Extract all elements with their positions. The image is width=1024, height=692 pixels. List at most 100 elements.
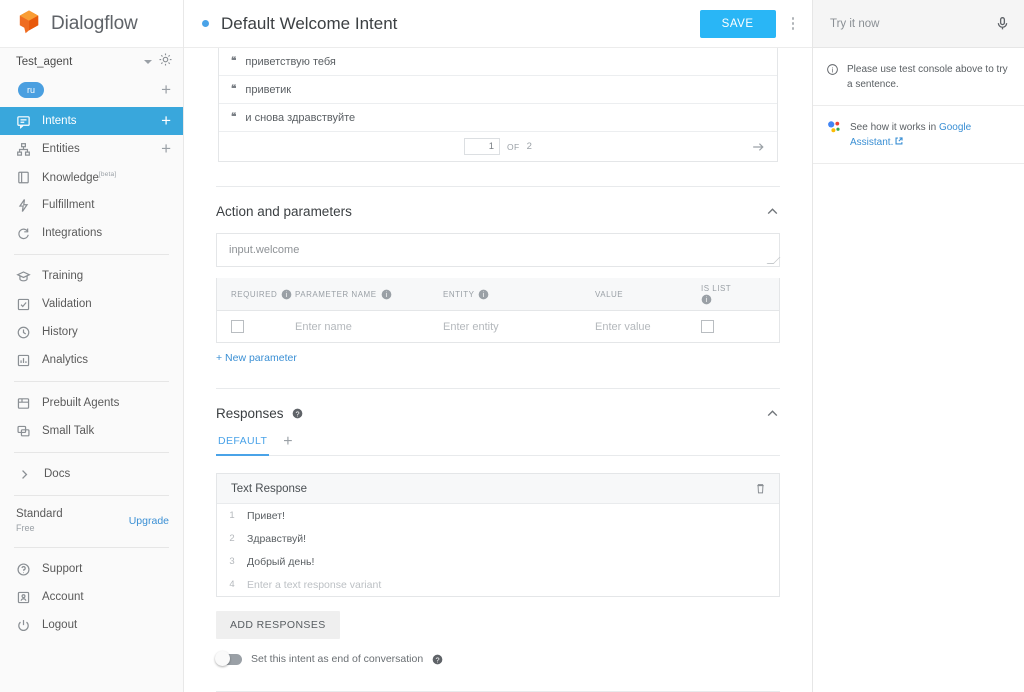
svg-text:i: i <box>286 290 288 299</box>
end-of-conversation-toggle[interactable] <box>215 651 242 666</box>
help-icon[interactable]: ? <box>432 654 443 665</box>
kebab-menu-icon[interactable] <box>788 11 799 36</box>
sidebar-item-knowledge[interactable]: Knowledge[beta] <box>0 163 183 191</box>
fulfillment-icon <box>18 198 29 212</box>
sidebar-item-docs[interactable]: Docs <box>0 460 183 488</box>
response-row[interactable]: 1 Привет! <box>217 504 779 527</box>
chevron-up-icon[interactable] <box>765 406 780 421</box>
sidebar-item-label: Validation <box>42 298 92 310</box>
sidebar-item-label: Knowledge <box>42 171 99 184</box>
action-input[interactable]: input.welcome <box>216 233 781 267</box>
is-list-checkbox[interactable] <box>701 320 714 333</box>
sidebar-item-logout[interactable]: Logout <box>0 611 183 639</box>
add-responses-button[interactable]: ADD RESPONSES <box>216 611 340 639</box>
account-icon <box>17 591 30 603</box>
add-entity-icon[interactable]: + <box>161 140 171 157</box>
help-icon[interactable]: i <box>281 289 292 300</box>
page-total: 2 <box>526 141 532 152</box>
action-parameters-section: Action and parameters input.welcome REQU… <box>184 187 812 364</box>
sidebar-item-training[interactable]: Training <box>0 262 183 290</box>
gear-icon[interactable] <box>158 52 173 72</box>
help-icon[interactable]: i <box>701 294 712 305</box>
intents-icon <box>17 115 30 129</box>
response-placeholder: Enter a text response variant <box>247 578 382 591</box>
sidebar-item-support[interactable]: Support <box>0 555 183 583</box>
sidebar-item-label: Entities <box>42 143 80 155</box>
add-intent-icon[interactable]: + <box>161 112 171 129</box>
nav-divider <box>14 495 169 496</box>
resize-grip-icon[interactable] <box>766 257 781 264</box>
sidebar-item-label: Logout <box>42 619 78 631</box>
save-button[interactable]: SAVE <box>699 9 776 38</box>
intent-scroll-area[interactable]: ❝ приветствую тебя ❝ приветик ❝ и снова … <box>184 48 812 692</box>
parameter-entity-input[interactable]: Enter entity <box>443 321 499 333</box>
end-of-conversation-row: Set this intent as end of conversation ? <box>215 651 780 666</box>
help-icon[interactable]: ? <box>292 408 303 419</box>
page-number-input[interactable]: 1 <box>464 138 501 155</box>
training-phrase-row[interactable]: ❝ приветик <box>219 76 777 104</box>
response-index: 3 <box>229 556 235 567</box>
test-console-hint: i Please use test console above to try a… <box>813 48 1024 106</box>
sidebar-item-analytics[interactable]: Analytics <box>0 346 183 374</box>
tab-default[interactable]: DEFAULT <box>216 435 270 456</box>
help-icon[interactable]: i <box>381 289 392 300</box>
response-row[interactable]: 3 Добрый день! <box>217 550 779 573</box>
sidebar-item-history[interactable]: History <box>0 318 183 346</box>
modified-dot <box>202 20 209 27</box>
chevron-right-icon <box>22 469 28 479</box>
try-it-now-input[interactable]: Try it now <box>830 18 995 30</box>
external-link-icon[interactable] <box>895 137 903 145</box>
training-phrase-row[interactable]: ❝ приветствую тебя <box>219 48 777 76</box>
knowledge-icon <box>18 171 29 183</box>
sidebar-item-small-talk[interactable]: Small Talk <box>0 417 183 445</box>
training-phrase-text: приветик <box>245 83 292 96</box>
sidebar-item-validation[interactable]: Validation <box>0 290 183 318</box>
microphone-icon[interactable] <box>995 16 1010 31</box>
arrow-right-icon[interactable] <box>751 140 765 154</box>
sidebar-item-entities[interactable]: Entities + <box>0 135 183 163</box>
new-parameter-button[interactable]: + New parameter <box>216 343 780 364</box>
trash-icon[interactable] <box>754 482 767 495</box>
response-row[interactable]: 2 Здравствуй! <box>217 527 779 550</box>
try-it-now-header: Try it now <box>813 0 1024 48</box>
agent-selector[interactable]: Test_agent <box>0 48 183 75</box>
sidebar-item-account[interactable]: Account <box>0 583 183 611</box>
sidebar-item-prebuilt-agents[interactable]: Prebuilt Agents <box>0 389 183 417</box>
required-checkbox[interactable] <box>231 320 244 333</box>
column-header-parameter-name: PARAMETER NAME <box>295 289 377 299</box>
language-chip-ru[interactable]: ru <box>18 81 45 98</box>
support-icon <box>17 562 30 576</box>
upgrade-link[interactable]: Upgrade <box>129 515 169 527</box>
column-header-value: VALUE <box>595 289 624 299</box>
chevron-up-icon[interactable] <box>765 204 780 219</box>
add-response-tab-icon[interactable]: + <box>283 434 292 455</box>
action-section-header[interactable]: Action and parameters <box>216 187 780 233</box>
quote-icon: ❝ <box>231 112 236 123</box>
try-it-now-panel: Try it now i Please use test console abo… <box>812 0 1024 692</box>
text-response-card-header: Text Response <box>217 474 779 504</box>
assistant-prefix: See how it works in <box>850 122 939 133</box>
plan-row: Standard Free Upgrade <box>0 503 183 540</box>
training-phrase-row[interactable]: ❝ и снова здравствуйте <box>219 104 777 132</box>
history-icon <box>17 326 30 338</box>
sidebar-item-label: Prebuilt Agents <box>42 397 120 409</box>
page-title: Default Welcome Intent <box>221 13 398 33</box>
help-icon[interactable]: i <box>478 289 489 300</box>
responses-section: Responses ? DEFAULT + Text Response 1 Пр… <box>184 389 812 666</box>
response-tabs: DEFAULT + <box>216 434 780 456</box>
quote-icon: ❝ <box>231 84 236 95</box>
parameter-name-input[interactable]: Enter name <box>295 321 352 333</box>
sidebar-item-fulfillment[interactable]: Fulfillment <box>0 191 183 219</box>
sidebar-item-intents[interactable]: Intents + <box>0 107 183 135</box>
sidebar-item-integrations[interactable]: Integrations <box>0 219 183 247</box>
add-language-icon[interactable]: + <box>161 81 171 98</box>
sidebar-item-label: Fulfillment <box>42 199 95 211</box>
nav-divider <box>14 254 169 255</box>
svg-text:i: i <box>832 65 834 74</box>
analytics-icon <box>17 354 30 366</box>
response-row-empty[interactable]: 4 Enter a text response variant <box>217 573 779 596</box>
parameters-table: REQUIRED i PARAMETER NAME i ENTITY i VAL… <box>216 278 780 343</box>
column-header-entity: ENTITY <box>443 289 475 299</box>
responses-section-header[interactable]: Responses ? <box>216 389 780 435</box>
parameter-value-input[interactable]: Enter value <box>595 321 651 333</box>
